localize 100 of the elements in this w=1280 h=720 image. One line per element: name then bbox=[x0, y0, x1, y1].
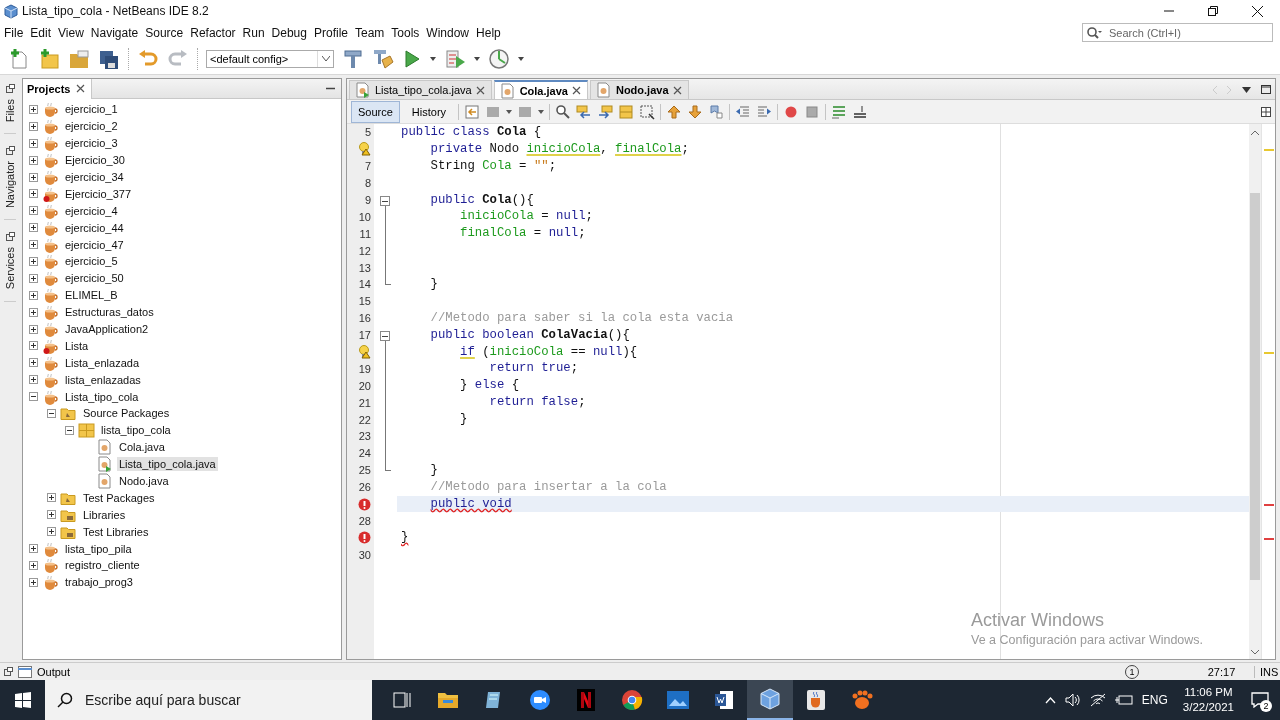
menu-item[interactable]: Run bbox=[240, 25, 270, 40]
menu-item[interactable]: Debug bbox=[269, 25, 312, 40]
dropdown-icon[interactable] bbox=[1242, 86, 1251, 93]
new-file-icon[interactable] bbox=[8, 47, 30, 70]
expand-icon[interactable] bbox=[28, 104, 38, 114]
window-icon[interactable] bbox=[5, 232, 15, 242]
tree-item[interactable]: ejercicio_47 bbox=[63, 237, 126, 252]
tree-item[interactable]: lista_tipo_cola bbox=[99, 423, 173, 438]
error-stripe-mark[interactable] bbox=[1264, 503, 1274, 506]
debug-icon[interactable] bbox=[444, 47, 466, 70]
menu-item[interactable]: Profile bbox=[312, 25, 353, 40]
notification-icon[interactable] bbox=[1251, 692, 1269, 708]
tree-item[interactable]: Ejercicio_377 bbox=[63, 186, 134, 201]
expand-icon[interactable] bbox=[28, 240, 38, 250]
language-indicator[interactable]: ENG bbox=[1141, 693, 1168, 707]
view-mode-tab[interactable]: Source bbox=[351, 100, 400, 123]
run-icon[interactable] bbox=[402, 47, 422, 70]
menu-item[interactable]: Tools bbox=[389, 25, 425, 40]
tree-item[interactable]: ejercicio_50 bbox=[63, 271, 126, 286]
search-field[interactable]: Search (Ctrl+I) bbox=[1082, 23, 1273, 42]
tree-item[interactable]: Libraries bbox=[81, 507, 128, 522]
expand-icon[interactable] bbox=[28, 206, 38, 216]
tree-item[interactable]: Test Packages bbox=[81, 490, 157, 505]
toggle-bookmark-icon[interactable] bbox=[708, 103, 725, 120]
window-icon[interactable] bbox=[4, 667, 13, 676]
config-dropdown[interactable]: <default config> bbox=[206, 49, 334, 68]
hammer-icon[interactable] bbox=[342, 47, 364, 70]
expand-icon[interactable] bbox=[28, 121, 38, 131]
side-tab[interactable]: Navigator bbox=[4, 158, 16, 212]
tree-item[interactable]: lista_enlazadas bbox=[63, 372, 143, 387]
tree-item[interactable]: ejercicio_5 bbox=[63, 254, 120, 269]
tree-item[interactable]: Nodo.java bbox=[117, 474, 171, 489]
close-icon[interactable] bbox=[1252, 5, 1263, 17]
document-icon[interactable] bbox=[714, 690, 734, 710]
maximize-icon[interactable] bbox=[1261, 85, 1271, 94]
video-camera-icon[interactable] bbox=[529, 689, 551, 711]
expand-icon[interactable] bbox=[28, 561, 38, 570]
expand-icon[interactable] bbox=[28, 256, 38, 266]
window-icon[interactable] bbox=[5, 84, 15, 93]
close-icon[interactable] bbox=[76, 84, 86, 93]
collapse-icon[interactable] bbox=[64, 425, 74, 435]
side-tab[interactable]: Files bbox=[4, 96, 16, 126]
side-tab[interactable]: Services bbox=[4, 244, 16, 293]
tree-item[interactable]: ejercicio_4 bbox=[63, 203, 120, 218]
menu-item[interactable]: Edit bbox=[28, 25, 57, 40]
expand-icon[interactable] bbox=[28, 324, 38, 334]
expand-icon[interactable] bbox=[28, 273, 38, 283]
scroll-down-icon[interactable] bbox=[1251, 650, 1259, 655]
expand-icon[interactable] bbox=[28, 223, 38, 233]
caret-icon[interactable] bbox=[506, 109, 513, 114]
selection-icon[interactable] bbox=[639, 103, 656, 120]
tree-item[interactable]: Cola.java bbox=[117, 440, 167, 455]
editor-tab[interactable]: Nodo.java bbox=[589, 80, 689, 99]
minimize-icon[interactable] bbox=[326, 87, 335, 90]
fold-toggle[interactable] bbox=[380, 330, 390, 341]
collapse-icon[interactable] bbox=[28, 392, 38, 402]
comment-icon[interactable] bbox=[831, 103, 848, 120]
uncomment-icon[interactable] bbox=[852, 103, 869, 120]
view-mode-tab[interactable]: History bbox=[404, 100, 454, 123]
expand-icon[interactable] bbox=[28, 375, 38, 385]
shift-left-icon[interactable] bbox=[735, 103, 752, 120]
tree-item[interactable]: ejercicio_44 bbox=[63, 220, 126, 235]
find-previous-icon[interactable] bbox=[576, 103, 593, 120]
menu-item[interactable]: Source bbox=[143, 25, 189, 40]
collapse-icon[interactable] bbox=[46, 408, 56, 418]
tree-item[interactable]: ELIMEL_B bbox=[63, 288, 120, 303]
expand-icon[interactable] bbox=[28, 138, 38, 148]
tree-item[interactable]: Lista bbox=[63, 338, 91, 353]
caret-icon[interactable] bbox=[538, 109, 545, 114]
expand-icon[interactable] bbox=[28, 172, 38, 182]
tree-item[interactable]: JavaApplication2 bbox=[63, 322, 151, 336]
tree-item[interactable]: ejercicio_1 bbox=[63, 102, 120, 117]
previous-bookmark-icon[interactable] bbox=[666, 103, 683, 120]
expand-icon[interactable] bbox=[28, 341, 38, 351]
expand-icon[interactable] bbox=[46, 527, 56, 537]
output-tab[interactable]: Output bbox=[37, 665, 71, 678]
wifi-icon[interactable] bbox=[1089, 693, 1106, 707]
tree-item[interactable]: ejercicio_34 bbox=[63, 170, 126, 184]
tree-item[interactable]: Ejercicio_30 bbox=[63, 153, 127, 168]
menu-item[interactable]: View bbox=[56, 25, 89, 40]
editor-tab[interactable]: Cola.java bbox=[493, 80, 588, 99]
tree-item[interactable]: lista_tipo_pila bbox=[63, 541, 134, 556]
restore-icon[interactable] bbox=[1208, 5, 1218, 16]
caret-icon[interactable] bbox=[518, 56, 524, 61]
scroll-thumb[interactable] bbox=[1250, 193, 1260, 580]
speaker-icon[interactable] bbox=[1064, 693, 1081, 707]
task-view-icon[interactable] bbox=[393, 692, 411, 708]
tree-item[interactable]: trabajo_prog3 bbox=[63, 575, 135, 590]
profile-icon[interactable] bbox=[488, 47, 510, 70]
caret-icon[interactable] bbox=[430, 56, 436, 61]
clean-build-icon[interactable] bbox=[372, 47, 394, 70]
tree-item[interactable]: Lista_tipo_cola bbox=[63, 389, 141, 404]
find-icon[interactable] bbox=[555, 103, 572, 120]
panel-tab[interactable]: Projects bbox=[23, 78, 93, 99]
split-icon[interactable] bbox=[1261, 106, 1271, 117]
expand-icon[interactable] bbox=[28, 577, 38, 587]
expand-icon[interactable] bbox=[46, 493, 56, 503]
next-bookmark-icon[interactable] bbox=[687, 103, 704, 120]
expand-icon[interactable] bbox=[28, 290, 38, 300]
coffee-cup-icon[interactable] bbox=[806, 689, 826, 711]
